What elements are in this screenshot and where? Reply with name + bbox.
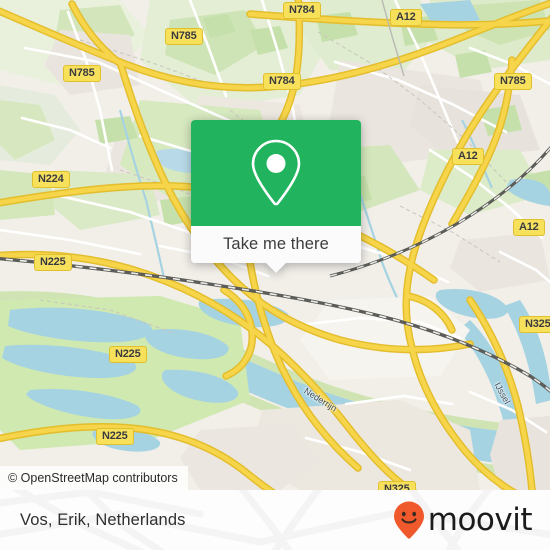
callout-image-panel: [191, 120, 361, 226]
road-shield: N785: [165, 28, 203, 45]
moovit-map-screenshot: N784 A12 N785 N785 N784 N785 A12 N224 A1…: [0, 0, 550, 550]
location-pin-icon: [251, 139, 301, 206]
road-shield: A12: [513, 219, 545, 236]
location-title: Vos, Erik, Netherlands: [20, 510, 186, 529]
road-shield: N225: [96, 428, 134, 445]
road-shield: N224: [32, 171, 70, 188]
road-shield: N225: [109, 346, 147, 363]
road-shield: N785: [63, 65, 101, 82]
footer-bar: Vos, Erik, Netherlands moovit: [0, 490, 550, 550]
moovit-wordmark: moovit: [427, 501, 533, 538]
road-shield: A12: [390, 9, 422, 26]
callout-pointer: [265, 262, 287, 273]
map-canvas[interactable]: N784 A12 N785 N785 N784 N785 A12 N224 A1…: [0, 0, 550, 490]
take-me-there-button[interactable]: Take me there: [191, 226, 361, 263]
road-shield: N325: [519, 316, 550, 333]
attribution-text: © OpenStreetMap contributors: [8, 471, 178, 485]
road-shield: N784: [263, 73, 301, 90]
road-shield: N325: [378, 481, 416, 490]
take-me-there-label: Take me there: [223, 235, 329, 253]
map-callout[interactable]: Take me there: [191, 120, 361, 273]
road-shield: N225: [34, 254, 72, 271]
moovit-smiley-pin-icon: [393, 501, 424, 539]
callout-body[interactable]: Take me there: [191, 120, 361, 263]
road-shield: A12: [452, 148, 484, 165]
map-attribution[interactable]: © OpenStreetMap contributors: [0, 466, 188, 490]
road-shield: N784: [283, 2, 321, 19]
road-shield: N785: [494, 73, 532, 90]
moovit-brand[interactable]: moovit: [392, 490, 533, 550]
